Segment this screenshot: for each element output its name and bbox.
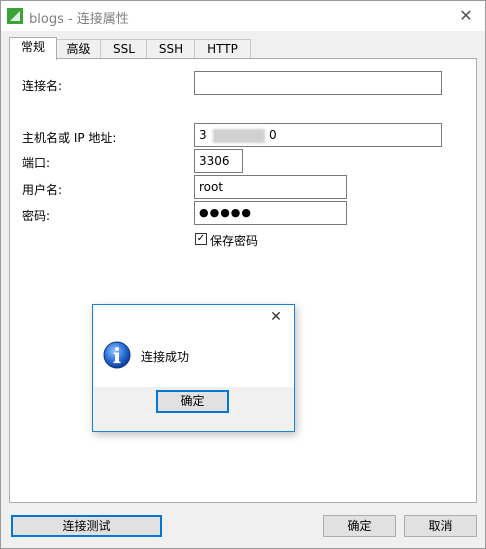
dialog-close-icon[interactable]: ✕ [266,307,286,327]
save-password-checkbox[interactable]: ✓ [195,233,207,245]
dialog-ok-button[interactable]: 确定 [156,390,229,413]
connection-properties-window: blogs - 连接属性 ✕ 常规 高级 SSL SSH HTTP 连接名: 主… [0,0,486,549]
title-bar[interactable]: blogs - 连接属性 ✕ [1,1,485,31]
host-input[interactable]: 3 0 [194,123,442,147]
port-label: 端口: [22,156,51,170]
save-password-label[interactable]: 保存密码 [210,232,258,249]
window-close-icon[interactable]: ✕ [455,5,477,27]
message-dialog-content: ✕ 连接成功 [93,305,294,387]
message-dialog: ✕ 连接成功 确定 [92,304,295,432]
ok-button[interactable]: 确定 [323,515,396,537]
tab-ssh[interactable]: SSH [146,39,196,59]
general-panel: 连接名: 主机名或 IP 地址: 3 0 端口: 用户名: 密码: ●●●●● … [9,58,477,503]
dialog-message: 连接成功 [141,350,190,364]
port-input[interactable] [194,149,243,173]
host-label: 主机名或 IP 地址: [22,131,117,145]
redaction-mask [213,129,265,143]
connection-name-label: 连接名: [22,79,63,93]
username-input[interactable] [194,175,347,199]
password-label: 密码: [22,209,51,223]
tab-http[interactable]: HTTP [194,39,251,59]
connection-name-input[interactable] [194,71,442,95]
tab-advanced[interactable]: 高级 [55,39,102,59]
tab-general[interactable]: 常规 [9,37,57,60]
tab-ssl[interactable]: SSL [100,39,148,59]
cancel-button[interactable]: 取消 [404,515,477,537]
window-title: blogs - 连接属性 [29,12,129,27]
password-input[interactable]: ●●●●● [194,201,347,225]
host-value-end: 0 [269,128,277,142]
host-value-start: 3 [199,128,207,142]
info-icon [103,341,131,369]
test-connection-button[interactable]: 连接测试 [11,515,162,537]
app-logo-icon [7,8,23,24]
username-label: 用户名: [22,183,63,197]
